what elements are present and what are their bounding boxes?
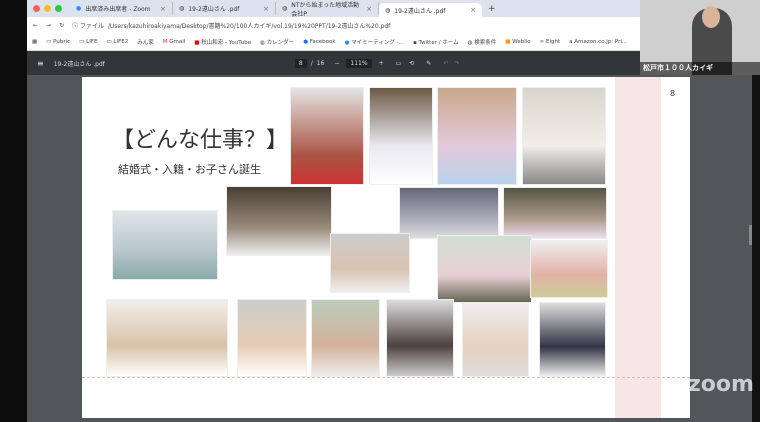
bookmark[interactable]: ▭ LIFE2: [106, 39, 128, 45]
bookmark[interactable]: ● Facebook: [303, 39, 335, 45]
registration-photo: [530, 240, 608, 298]
bookmark[interactable]: みん家: [137, 38, 154, 46]
maximize-window-button[interactable]: [55, 5, 62, 12]
zoom-input[interactable]: 111%: [346, 58, 372, 68]
browser-tab-bar: ● 出席済み出席者 - Zoom × ◍ 19-2遠山さん .pdf × ◍ NTから始ま…: [27, 0, 640, 18]
slide-page-number: 8: [670, 89, 676, 98]
baby-photo: [462, 302, 529, 377]
bookmark[interactable]: ■ Weblio: [505, 39, 530, 45]
close-tab-icon[interactable]: ×: [366, 5, 372, 13]
globe-icon: ◍: [179, 5, 185, 12]
tab-zoom[interactable]: ● 出席済み出席者 - Zoom ×: [70, 2, 173, 15]
menu-icon[interactable]: ≡: [37, 59, 44, 68]
bookmark[interactable]: ▪ Twitter / ホーム: [413, 38, 459, 46]
registration-photo: [399, 187, 499, 239]
bookmark[interactable]: ◍ 検索条件: [468, 38, 497, 46]
globe-icon: ◍: [385, 6, 391, 14]
slide-title: 【どんな仕事？】: [112, 128, 289, 153]
divider: [82, 377, 690, 378]
annotate-icon[interactable]: ✎: [426, 60, 431, 67]
bookmark[interactable]: ▭ Pubric: [46, 39, 70, 45]
slide-page: 8 【どんな仕事？】 結婚式・入籍・お子さん誕生: [82, 77, 690, 418]
baby-photo: [311, 299, 380, 377]
close-window-button[interactable]: [33, 5, 40, 12]
new-tab-button[interactable]: +: [488, 4, 496, 14]
forward-icon[interactable]: →: [46, 22, 51, 29]
speaker-face: [702, 6, 720, 28]
registration-photo: [503, 187, 607, 239]
wedding-photo: [369, 87, 433, 185]
tab-pdf-active[interactable]: ◍ 19-2遠山さん .pdf ×: [379, 3, 482, 17]
globe-icon: ◍: [282, 5, 288, 12]
undo-icon[interactable]: ↶: [443, 60, 448, 67]
minimize-window-button[interactable]: [44, 5, 51, 12]
bookmark[interactable]: ∞ Eight: [540, 39, 560, 45]
bookmark[interactable]: ■ 秋山和宏 - YouTube: [194, 38, 251, 46]
info-icon: ⓘ: [72, 23, 81, 30]
webcam-video: 松戸市１００人カイギ: [640, 0, 760, 75]
zoom-in-button[interactable]: +: [379, 60, 384, 67]
reload-icon[interactable]: ↻: [59, 22, 64, 29]
apps-icon[interactable]: ▦: [32, 39, 37, 45]
back-icon[interactable]: ←: [33, 22, 38, 29]
zoom-out-button[interactable]: −: [334, 60, 339, 67]
zoom-watermark: zoom: [688, 372, 754, 397]
redo-icon[interactable]: ↷: [454, 60, 459, 67]
close-tab-icon[interactable]: ×: [470, 6, 476, 14]
address-bar: ← → ↻ ⓘ ファイル /Users/kazuhiroakiyama/Deskto…: [27, 17, 640, 34]
registration-photo: [330, 233, 410, 293]
rotate-icon[interactable]: ⟲: [409, 60, 414, 67]
bookmark[interactable]: ▭ LIFE: [79, 39, 97, 45]
url-field[interactable]: ⓘ ファイル /Users/kazuhiroakiyama/Desktop/書籍…: [72, 21, 390, 30]
decorative-band: [615, 77, 661, 418]
tab-nt[interactable]: ◍ NTから始まった地域活動会社P ×: [276, 2, 379, 18]
webcam-caption: 松戸市１００人カイギ: [643, 64, 713, 72]
registration-photo: [437, 235, 532, 303]
wedding-photo: [437, 87, 517, 185]
close-tab-icon[interactable]: ×: [263, 5, 269, 13]
wedding-photo: [112, 210, 218, 280]
wedding-photo: [226, 186, 332, 256]
pdf-toolbar: ≡ 19-2遠山さん .pdf 8 /16 − 111% + ▭ ⟲ ✎ ↶ ↷: [27, 51, 640, 75]
bookmarks-bar: ▦ ▭ Pubric ▭ LIFE ▭ LIFE2 みん家 M Gmail ■ …: [27, 34, 640, 51]
baby-photo: [386, 299, 454, 377]
slide-subtitle: 結婚式・入籍・お子さん誕生: [118, 163, 261, 176]
wedding-photo: [522, 87, 606, 185]
left-black-strip: [0, 0, 27, 422]
close-tab-icon[interactable]: ×: [160, 5, 166, 13]
fit-page-icon[interactable]: ▭: [396, 60, 402, 67]
zoom-favicon-icon: ●: [76, 5, 82, 12]
bookmark[interactable]: M Gmail: [163, 39, 186, 45]
page-input[interactable]: 8: [294, 58, 307, 68]
baby-photo: [106, 299, 228, 377]
bookmark[interactable]: ◍ カレンダー: [260, 38, 294, 46]
bookmark[interactable]: ● マイミーティング -…: [345, 38, 404, 46]
baby-photo: [237, 299, 307, 377]
wedding-photo: [290, 87, 364, 185]
scrollbar[interactable]: [749, 225, 752, 245]
bookmark[interactable]: a Amazon.co.jp: Pri…: [569, 39, 627, 45]
tab-pdf[interactable]: ◍ 19-2遠山さん .pdf ×: [173, 2, 276, 15]
baby-photo: [539, 302, 606, 377]
